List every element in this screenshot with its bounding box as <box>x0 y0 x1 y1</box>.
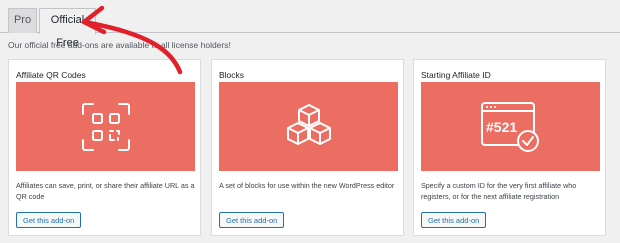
card-banner <box>16 82 195 171</box>
addon-card-blocks: Blocks A set of blocks for use within th… <box>211 59 404 236</box>
id-number-text: #521 <box>486 119 517 135</box>
card-title: Starting Affiliate ID <box>421 70 491 80</box>
card-banner: #521 <box>421 82 600 171</box>
card-description: Affiliates can save, print, or share the… <box>16 181 195 201</box>
tab-pro[interactable]: Pro <box>8 8 37 33</box>
card-title: Blocks <box>219 70 245 80</box>
qr-code-icon <box>81 102 130 151</box>
addon-card-starting-affiliate-id: Starting Affiliate ID #521 Specify a cus… <box>413 59 606 236</box>
get-addon-button[interactable]: Get this add-on <box>421 212 487 228</box>
card-banner <box>219 82 398 171</box>
get-addon-button[interactable]: Get this add-on <box>219 212 285 228</box>
addon-card-qr-codes: Affiliate QR Codes Affiliates can save, … <box>8 59 201 236</box>
card-description: Specify a custom ID for the very first a… <box>421 181 577 201</box>
annotation-arrow <box>81 5 183 75</box>
card-title: Affiliate QR Codes <box>16 70 86 80</box>
browser-id-check-icon: #521 <box>480 101 539 152</box>
get-addon-button[interactable]: Get this add-on <box>16 212 82 228</box>
card-description: A set of blocks for use within the new W… <box>219 181 395 190</box>
blocks-icon <box>286 103 331 145</box>
